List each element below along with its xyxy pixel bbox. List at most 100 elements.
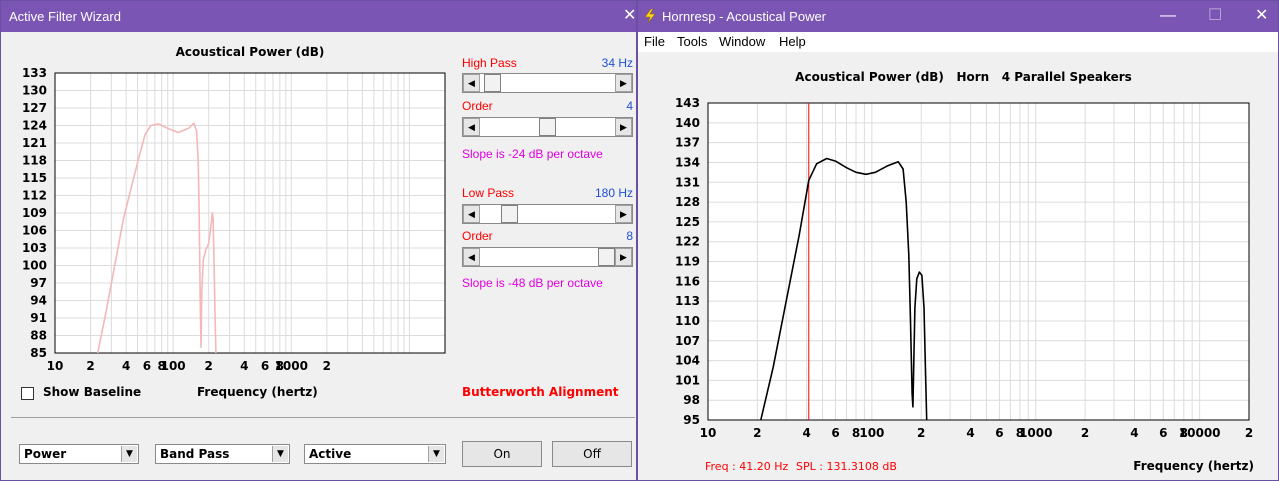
- divider: [11, 417, 635, 418]
- menu-tools[interactable]: Tools: [677, 34, 707, 49]
- low-pass-value: 180 Hz: [594, 186, 633, 200]
- slider-thumb[interactable]: [501, 205, 519, 223]
- left-title-bar[interactable]: Active Filter Wizard ✕: [1, 1, 636, 32]
- x-tick-label: 6: [143, 359, 151, 373]
- x-tick-label: 6: [995, 426, 1003, 440]
- y-tick-label: 85: [30, 346, 47, 360]
- slider-thumb[interactable]: [483, 74, 501, 92]
- y-tick-label: 107: [675, 334, 700, 348]
- left-x-axis-label: Frequency (hertz): [197, 385, 318, 399]
- high-pass-slope-text: Slope is -24 dB per octave: [462, 147, 603, 161]
- x-tick-label: 6: [831, 426, 839, 440]
- chevron-down-icon[interactable]: ▼: [428, 446, 444, 462]
- x-tick-label: 2: [205, 359, 213, 373]
- x-tick-label: 2: [1245, 426, 1253, 440]
- scroll-right-icon[interactable]: ▶: [615, 205, 632, 223]
- scroll-right-icon[interactable]: ▶: [615, 248, 632, 266]
- low-pass-label: Low Pass: [462, 186, 515, 200]
- y-tick-label: 109: [22, 206, 47, 220]
- filter-type-select[interactable]: Band Pass ▼: [155, 444, 290, 464]
- close-icon[interactable]: ✕: [1255, 8, 1268, 24]
- right-chart-title: Acoustical Power (dB) Horn 4 Parallel Sp…: [795, 70, 1132, 84]
- scroll-left-icon[interactable]: ◀: [463, 74, 480, 92]
- y-tick-label: 95: [683, 413, 700, 427]
- y-tick-label: 98: [683, 393, 700, 407]
- high-pass-order-label: Order: [462, 99, 493, 113]
- y-tick-label: 91: [30, 311, 47, 325]
- x-tick-label: 2: [1081, 426, 1089, 440]
- minimize-icon[interactable]: —: [1160, 8, 1176, 24]
- maximize-icon[interactable]: ☐: [1208, 8, 1222, 24]
- y-tick-label: 131: [675, 175, 700, 189]
- x-tick-label: 100: [859, 426, 884, 440]
- y-tick-label: 110: [675, 314, 700, 328]
- x-tick-label: 4: [240, 359, 248, 373]
- x-tick-label: 4: [802, 426, 810, 440]
- off-button[interactable]: Off: [552, 441, 632, 467]
- filter-type-value: Band Pass: [160, 447, 230, 461]
- slider-thumb[interactable]: [598, 248, 615, 266]
- low-pass-slope-text: Slope is -48 dB per octave: [462, 276, 603, 290]
- output-type-value: Power: [24, 447, 67, 461]
- high-pass-order-slider[interactable]: ◀ ▶: [462, 117, 633, 137]
- close-icon[interactable]: ✕: [623, 8, 636, 24]
- x-tick-label: 2: [86, 359, 94, 373]
- y-tick-label: 137: [675, 136, 700, 150]
- left-acoustical-power-chart: 1331301271241211181151121091061031009794…: [22, 66, 446, 373]
- alignment-label: Butterworth Alignment: [462, 385, 619, 399]
- x-tick-label: 10: [47, 359, 64, 373]
- x-tick-label: 1000: [1019, 426, 1052, 440]
- scroll-left-icon[interactable]: ◀: [463, 205, 480, 223]
- y-tick-label: 121: [22, 136, 47, 150]
- high-pass-slider[interactable]: ◀ ▶: [462, 73, 633, 93]
- menu-help[interactable]: Help: [779, 34, 806, 49]
- x-tick-label: 4: [122, 359, 130, 373]
- lightning-bolt-icon: [644, 9, 656, 23]
- x-tick-label: 6: [1159, 426, 1167, 440]
- scroll-left-icon[interactable]: ◀: [463, 248, 480, 266]
- y-tick-label: 100: [22, 259, 47, 273]
- left-window-title: Active Filter Wizard: [9, 9, 121, 24]
- x-tick-label: 1000: [275, 359, 308, 373]
- low-pass-slider[interactable]: ◀ ▶: [462, 204, 633, 224]
- scroll-right-icon[interactable]: ▶: [615, 118, 632, 136]
- x-tick-label: 2: [323, 359, 331, 373]
- y-tick-label: 113: [675, 294, 700, 308]
- spl-readout: SPL : 131.3108 dB: [796, 460, 897, 473]
- show-baseline-label: Show Baseline: [43, 385, 142, 399]
- high-pass-order-value: 4: [626, 99, 633, 113]
- y-tick-label: 143: [675, 96, 700, 110]
- chevron-down-icon[interactable]: ▼: [121, 446, 137, 462]
- x-tick-label: 4: [966, 426, 974, 440]
- output-type-select[interactable]: Power ▼: [19, 444, 139, 464]
- y-tick-label: 101: [675, 373, 700, 387]
- filter-mode-select[interactable]: Active ▼: [304, 444, 446, 464]
- left-chart-title: Acoustical Power (dB): [175, 45, 325, 59]
- menu-file[interactable]: File: [644, 34, 665, 49]
- y-tick-label: 122: [675, 235, 700, 249]
- chevron-down-icon[interactable]: ▼: [272, 446, 288, 462]
- x-tick-label: 2: [917, 426, 925, 440]
- right-title-bar[interactable]: Hornresp - Acoustical Power — ☐ ✕: [638, 1, 1278, 32]
- y-tick-label: 125: [675, 215, 700, 229]
- y-tick-label: 118: [22, 154, 47, 168]
- show-baseline-checkbox[interactable]: [21, 387, 34, 400]
- on-button[interactable]: On: [462, 441, 542, 467]
- y-tick-label: 130: [22, 84, 47, 98]
- low-pass-order-slider[interactable]: ◀ ▶: [462, 247, 633, 267]
- y-tick-label: 124: [22, 119, 47, 133]
- right-x-axis-label: Frequency (hertz): [1133, 459, 1254, 473]
- menu-window[interactable]: Window: [719, 34, 765, 49]
- y-tick-label: 97: [30, 276, 47, 290]
- scroll-left-icon[interactable]: ◀: [463, 118, 480, 136]
- y-tick-label: 112: [22, 189, 47, 203]
- x-tick-label: 6: [261, 359, 269, 373]
- frequency-readout: Freq : 41.20 Hz: [705, 460, 789, 473]
- scroll-right-icon[interactable]: ▶: [615, 74, 632, 92]
- low-pass-order-value: 8: [626, 229, 633, 243]
- right-window-title: Hornresp - Acoustical Power: [662, 9, 827, 24]
- x-tick-label: 10: [700, 426, 717, 440]
- slider-thumb[interactable]: [539, 118, 556, 136]
- high-pass-value: 34 Hz: [601, 56, 633, 70]
- y-tick-label: 88: [30, 329, 47, 343]
